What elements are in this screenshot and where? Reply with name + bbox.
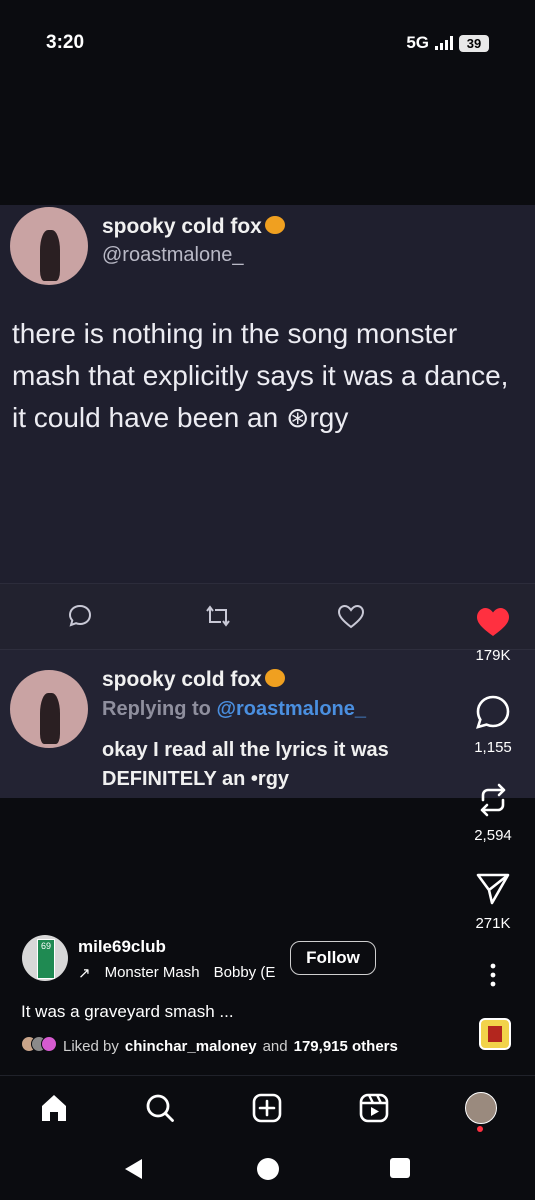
notification-dot bbox=[477, 1126, 483, 1132]
like-count: 179K bbox=[475, 647, 511, 664]
tweet-retweet-icon bbox=[206, 605, 230, 627]
home-circle-icon[interactable] bbox=[256, 1157, 280, 1181]
music-artist: Bobby (E bbox=[213, 964, 276, 981]
liked-by[interactable]: Liked by chinchar_maloney and 179,915 ot… bbox=[21, 1036, 398, 1056]
audio-thumbnail[interactable] bbox=[479, 1018, 511, 1050]
music-title: Monster Mash bbox=[104, 964, 200, 981]
nav-reels[interactable] bbox=[356, 1090, 392, 1126]
comment-button[interactable]: 1,155 bbox=[465, 694, 521, 756]
share-button[interactable]: 271K bbox=[465, 870, 521, 932]
repost-icon bbox=[480, 783, 506, 817]
home-icon bbox=[42, 1095, 66, 1121]
search-icon bbox=[146, 1094, 174, 1122]
reply-text: okay I read all the lyrics it was DEFINI… bbox=[102, 739, 389, 790]
caption[interactable]: It was a graveyard smash ... bbox=[21, 1002, 234, 1022]
battery-icon: 39 bbox=[459, 34, 489, 52]
repost-button[interactable]: 2,594 bbox=[465, 782, 521, 844]
pumpkin-icon bbox=[264, 216, 285, 235]
more-vertical-icon bbox=[490, 963, 496, 987]
liked-avatars bbox=[21, 1036, 57, 1056]
repost-count: 2,594 bbox=[474, 827, 512, 844]
status-indicators: 5G 39 bbox=[406, 33, 489, 53]
music-arrow-icon: ↗ bbox=[78, 965, 91, 982]
replying-to-handle: @roastmalone_ bbox=[216, 698, 367, 720]
bottom-nav bbox=[0, 1075, 535, 1138]
tweet-reply-icon bbox=[68, 604, 92, 627]
send-icon bbox=[476, 873, 510, 905]
liked-prefix: Liked by bbox=[63, 1037, 119, 1055]
username[interactable]: mile69club bbox=[78, 937, 166, 957]
liked-user[interactable]: chinchar_maloney bbox=[125, 1038, 257, 1055]
reply-avatar bbox=[10, 670, 88, 748]
status-bar: 3:20 5G 39 bbox=[0, 0, 535, 88]
system-nav bbox=[0, 1137, 535, 1200]
tweet-actions bbox=[0, 583, 535, 650]
liked-and: and bbox=[262, 1037, 288, 1055]
user-avatar[interactable]: 69 bbox=[22, 935, 68, 981]
pumpkin-icon bbox=[264, 669, 285, 688]
network-label: 5G bbox=[406, 33, 429, 52]
create-icon bbox=[252, 1093, 282, 1123]
share-count: 271K bbox=[475, 915, 511, 932]
reel-media[interactable]: spooky cold fox @roastmalone_ there is n… bbox=[0, 205, 535, 798]
more-options-button[interactable] bbox=[465, 962, 521, 995]
tweet-like-icon bbox=[337, 604, 365, 629]
heart-icon bbox=[477, 608, 509, 636]
replying-to-line: Replying to @roastmalone_ bbox=[102, 698, 366, 721]
comment-icon bbox=[476, 695, 510, 729]
nav-profile[interactable] bbox=[463, 1090, 499, 1126]
profile-avatar bbox=[465, 1092, 497, 1124]
reply-author-name: spooky cold fox bbox=[102, 668, 262, 691]
back-icon[interactable] bbox=[122, 1157, 146, 1181]
comment-count: 1,155 bbox=[474, 739, 512, 756]
tweet-handle: @roastmalone_ bbox=[102, 244, 244, 266]
like-button[interactable]: 179K bbox=[465, 606, 521, 664]
nav-create[interactable] bbox=[249, 1090, 285, 1126]
follow-button[interactable]: Follow bbox=[290, 941, 376, 975]
music-info[interactable]: ↗ Monster Mash Bobby (E bbox=[78, 964, 275, 982]
status-time: 3:20 bbox=[46, 32, 85, 53]
nav-home[interactable] bbox=[36, 1090, 72, 1126]
tweet-reply-card: spooky cold fox Replying to @roastmalone… bbox=[0, 649, 535, 798]
avatar-sign: 69 bbox=[37, 939, 55, 979]
signal-icon bbox=[435, 36, 453, 50]
tweet-author-name: spooky cold fox bbox=[102, 215, 262, 238]
reels-icon bbox=[359, 1093, 389, 1123]
replying-to-prefix: Replying to bbox=[102, 698, 217, 720]
nav-search[interactable] bbox=[142, 1090, 178, 1126]
tweet-text: there is nothing in the song monster mas… bbox=[12, 318, 509, 433]
recents-icon[interactable] bbox=[389, 1157, 411, 1179]
tweet-card: spooky cold fox @roastmalone_ there is n… bbox=[0, 205, 535, 583]
liked-others[interactable]: 179,915 others bbox=[294, 1038, 398, 1055]
tweet-avatar bbox=[10, 207, 88, 285]
